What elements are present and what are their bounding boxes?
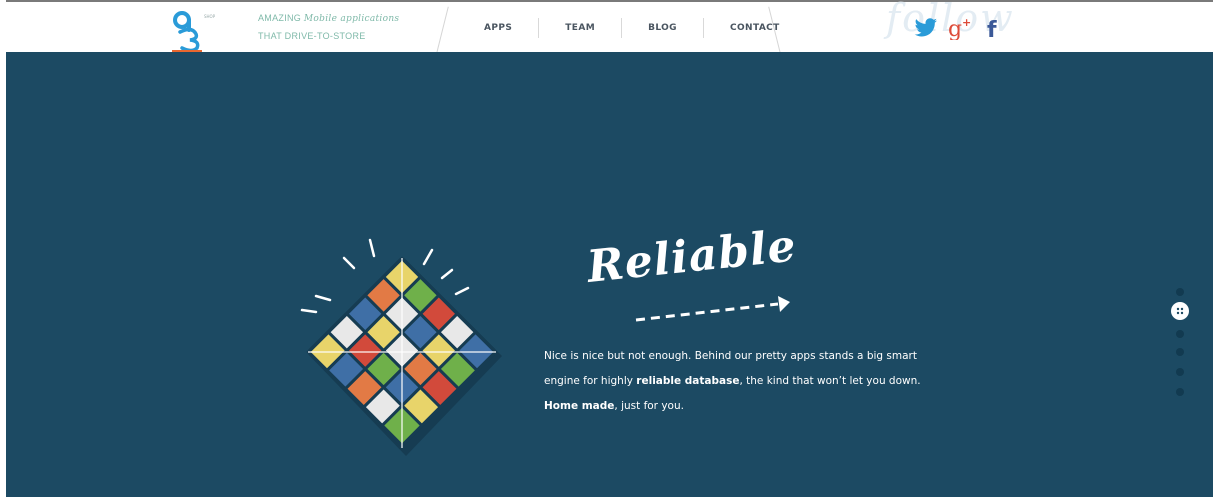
logo-superscript: SHOP <box>204 14 216 19</box>
tagline-script: Mobile applications <box>303 14 400 24</box>
svg-text:g: g <box>948 17 962 40</box>
hero-section: Reliable Nice is nice but not enough. Be… <box>6 52 1213 497</box>
svg-text:f: f <box>987 18 997 40</box>
main-nav: APPS TEAM BLOG CONTACT <box>458 4 806 52</box>
pager-dot[interactable] <box>1176 388 1184 396</box>
pager-dot[interactable] <box>1176 348 1184 356</box>
hero-text-part3: , just for you. <box>614 400 684 412</box>
dashed-arrow-icon <box>635 296 790 322</box>
social-links: g + f <box>914 16 1000 40</box>
q3-logo[interactable]: SHOP <box>170 8 216 54</box>
svg-text:+: + <box>962 16 971 29</box>
nav-blog[interactable]: BLOG <box>622 18 704 38</box>
pager-active-icon <box>1176 307 1184 315</box>
nav-apps[interactable]: APPS <box>458 18 540 38</box>
rubiks-cube-illustration <box>300 238 502 456</box>
page-frame-right <box>1213 0 1219 497</box>
nav-contact[interactable]: CONTACT <box>704 18 806 38</box>
nav-team[interactable]: TEAM <box>539 18 623 38</box>
pager-dot-active[interactable] <box>1171 302 1189 320</box>
google-plus-icon[interactable]: g + <box>948 16 976 40</box>
site-header: SHOP AMAZING Mobile applications THAT DR… <box>6 0 1213 54</box>
tagline-prefix: AMAZING <box>258 13 302 23</box>
tagline: AMAZING Mobile applications THAT DRIVE-T… <box>258 10 438 45</box>
pager-dot[interactable] <box>1176 288 1184 296</box>
hero-title: Reliable <box>584 220 799 293</box>
hero-text-bold2: Home made <box>544 400 615 412</box>
hero-text-bold1: reliable database <box>636 375 740 387</box>
hero-description: Nice is nice but not enough. Behind our … <box>544 344 924 419</box>
facebook-icon[interactable]: f <box>986 16 1000 40</box>
pager-dot[interactable] <box>1176 330 1184 338</box>
pager-dot[interactable] <box>1176 368 1184 376</box>
twitter-icon[interactable] <box>914 18 938 38</box>
hero-text-part2: , the kind that won’t let you down. <box>739 375 921 387</box>
tagline-line2: THAT DRIVE-TO-STORE <box>258 31 366 41</box>
nav-divider-left <box>436 6 449 54</box>
